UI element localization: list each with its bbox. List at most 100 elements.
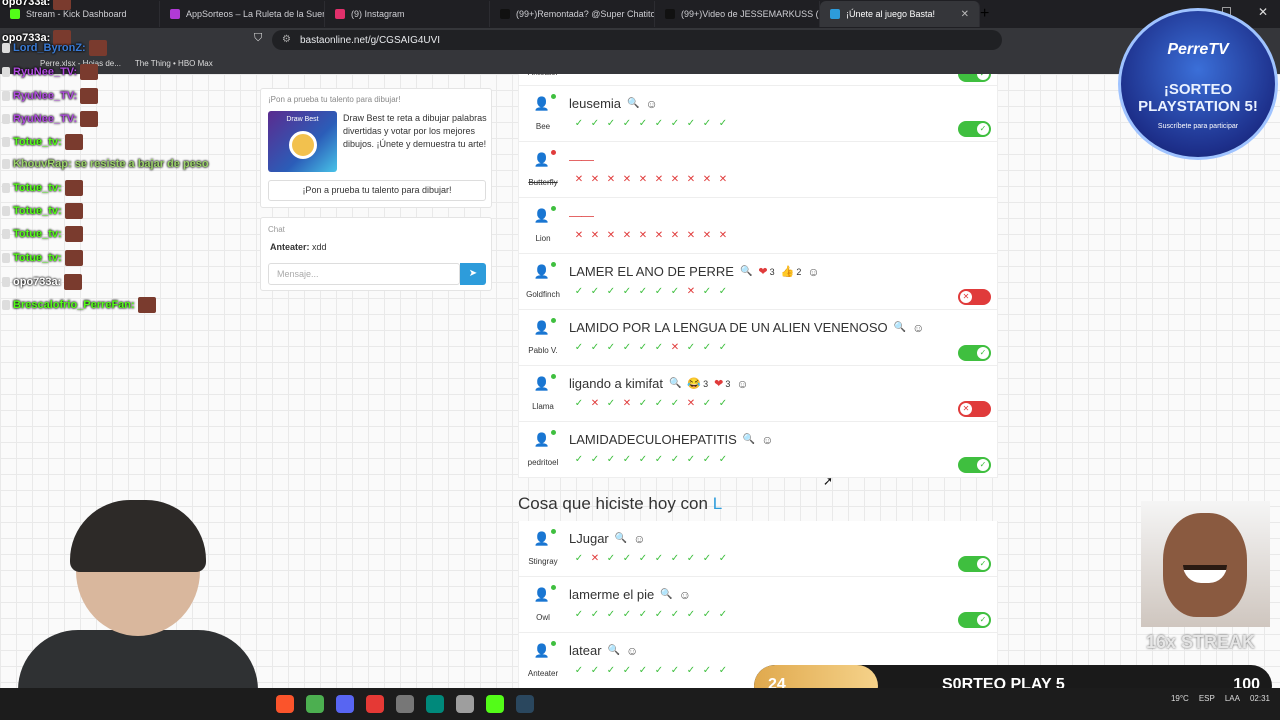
chat-emote-icon <box>64 226 83 242</box>
app-icon[interactable] <box>426 695 444 713</box>
kick-icon[interactable] <box>486 695 504 713</box>
vote-check-icon: ✓ <box>574 665 584 676</box>
promo-image[interactable]: Draw Best <box>268 111 337 172</box>
opera-icon[interactable] <box>366 695 384 713</box>
validity-toggle[interactable]: ✓ <box>958 556 991 572</box>
validity-toggle[interactable]: ✕ <box>958 289 991 305</box>
stream-chat-line: opo733a: <box>2 0 72 10</box>
stream-chat-text: Totue_tv: <box>13 136 62 148</box>
add-reaction-icon[interactable]: ☺ <box>633 532 645 546</box>
search-icon[interactable]: 🔍 <box>660 589 672 600</box>
brave-icon[interactable] <box>276 695 294 713</box>
search-icon[interactable]: 🔍 <box>615 533 627 544</box>
online-status-icon <box>551 206 556 211</box>
validity-toggle[interactable]: ✓ <box>958 345 991 361</box>
vote-list: ✕ ✕ ✕ ✕ ✕ ✕ ✕ ✕ ✕ ✕ <box>573 174 729 185</box>
chat-badge-icon <box>2 206 10 216</box>
add-reaction-icon[interactable]: ☺ <box>912 321 924 335</box>
validity-toggle[interactable]: ✓ <box>958 612 991 628</box>
laugh-reactions[interactable]: 😂 3 <box>687 377 708 390</box>
answer-row: 👤 Llama ligando a kimifat 🔍 😂 3 ❤ 3 ☺ ✓ ✕ ✓ ✕ ✓ ✓ ✓ ✕ ✓ ✓ ✕ <box>518 366 998 422</box>
validity-toggle[interactable]: ✕ <box>958 401 991 417</box>
add-reaction-icon[interactable]: ☺ <box>679 588 691 602</box>
vote-list: ✓ ✓ ✓ ✓ ✓ ✓ ✓ ✕ ✓ ✓ <box>573 286 729 297</box>
avatar-icon: 👤 <box>533 264 551 279</box>
clock-text[interactable]: 02:31 <box>1250 694 1270 703</box>
search-icon[interactable]: 🔍 <box>669 378 681 389</box>
obs-icon[interactable] <box>456 695 474 713</box>
stream-chat-text: Totue_tv: <box>13 205 62 217</box>
online-status-icon <box>551 150 556 155</box>
stream-chat-text: opo733a: <box>13 276 62 288</box>
check-icon: ✓ <box>977 347 989 359</box>
close-window-icon[interactable]: ✕ <box>1258 5 1268 19</box>
search-icon[interactable]: 🔍 <box>627 98 639 109</box>
avatar-icon: 👤 <box>533 376 551 391</box>
vote-cross-icon: ✕ <box>574 174 584 185</box>
vote-check-icon: ✓ <box>670 286 680 297</box>
heart-reactions[interactable]: ❤ 3 <box>714 377 730 390</box>
vote-check-icon: ✓ <box>686 342 696 353</box>
validity-toggle[interactable]: ✓ <box>958 121 991 137</box>
browser-tab[interactable]: (99+)Remontada? @Super Chatitos <box>490 1 655 27</box>
stream-chat-text: KhouvRap: se resiste a bajar de peso <box>13 158 209 170</box>
bookmark-icon[interactable]: ⛉ <box>254 32 262 45</box>
tab-favicon-icon <box>335 9 345 19</box>
browser-tab[interactable]: (99+)Video de JESSEMARKUSS (@jes <box>655 1 820 27</box>
add-reaction-icon[interactable]: ☺ <box>761 433 773 447</box>
promo-button[interactable]: ¡Pon a prueba tu talento para dibujar! <box>268 180 486 201</box>
answer-word: LAMER EL ANO DE PERRE 🔍 ❤ 3 👍 2 ☺ <box>569 264 820 279</box>
stream-chat-line: Lord_ByronZ: <box>2 40 107 56</box>
vote-cross-icon: ✕ <box>654 230 664 241</box>
vote-list: ✕ ✕ ✕ ✕ ✕ ✕ ✕ ✕ ✕ ✕ <box>573 230 729 241</box>
add-reaction-icon[interactable]: ☺ <box>645 97 657 111</box>
vote-cross-icon: ✕ <box>590 174 600 185</box>
answer-text: —— <box>569 152 594 167</box>
browser-tab[interactable]: (9) Instagram <box>325 1 490 27</box>
add-reaction-icon[interactable]: ☺ <box>736 377 748 391</box>
validity-toggle[interactable]: ✓ <box>958 457 991 473</box>
chat-emote-icon <box>64 274 83 290</box>
thumbs-up-icon: 👍 <box>780 266 795 278</box>
search-icon[interactable]: 🔍 <box>894 322 906 333</box>
vote-check-icon: ✓ <box>590 454 600 465</box>
promo-card: ¡Pon a prueba tu talento para dibujar! D… <box>260 88 492 208</box>
close-icon: ✕ <box>960 291 972 303</box>
language-text[interactable]: ESP <box>1199 694 1215 703</box>
vote-check-icon: ✓ <box>718 454 728 465</box>
vote-check-icon: ✓ <box>606 118 616 129</box>
chat-message: Anteater: xdd <box>270 242 327 252</box>
new-tab-icon[interactable]: + <box>980 5 989 23</box>
weather-text[interactable]: 19°C <box>1171 694 1189 703</box>
vote-check-icon: ✓ <box>702 454 712 465</box>
heart-reactions[interactable]: ❤ 3 <box>758 265 774 278</box>
laugh-count: 3 <box>703 378 709 389</box>
laugh-icon: 😂 <box>687 378 702 390</box>
chat-emote-icon <box>137 297 156 313</box>
vote-cross-icon: ✕ <box>590 230 600 241</box>
close-tab-icon[interactable]: ✕ <box>961 9 969 20</box>
add-reaction-icon[interactable]: ☺ <box>807 265 819 279</box>
app-icon[interactable] <box>306 695 324 713</box>
url-field[interactable]: ⚙ bastaonline.net/g/CGSAIG4UVI <box>272 30 1002 50</box>
vote-check-icon: ✓ <box>702 118 712 129</box>
vote-check-icon: ✓ <box>654 454 664 465</box>
add-reaction-icon[interactable]: ☺ <box>626 644 638 658</box>
chat-input[interactable]: Mensaje... <box>268 263 460 285</box>
search-icon[interactable]: 🔍 <box>740 266 752 277</box>
vote-check-icon: ✓ <box>686 553 696 564</box>
steam-icon[interactable] <box>516 695 534 713</box>
like-reactions[interactable]: 👍 2 <box>781 265 802 278</box>
search-icon[interactable]: 🔍 <box>743 434 755 445</box>
browser-tab[interactable]: ¡Únete al juego Basta! ✕ <box>820 1 980 27</box>
discord-icon[interactable] <box>336 695 354 713</box>
validity-toggle[interactable]: ✓ <box>958 74 991 82</box>
chat-badge-icon <box>2 67 10 77</box>
sorteo-subtitle: Suscríbete para participar <box>1157 123 1239 130</box>
site-info-icon[interactable]: ⚙ <box>282 34 291 45</box>
avatar-icon: 👤 <box>533 643 551 658</box>
app-icon[interactable] <box>396 695 414 713</box>
tab-favicon-icon <box>830 9 840 19</box>
send-icon[interactable]: ➤ <box>460 263 486 285</box>
search-icon[interactable]: 🔍 <box>608 645 620 656</box>
